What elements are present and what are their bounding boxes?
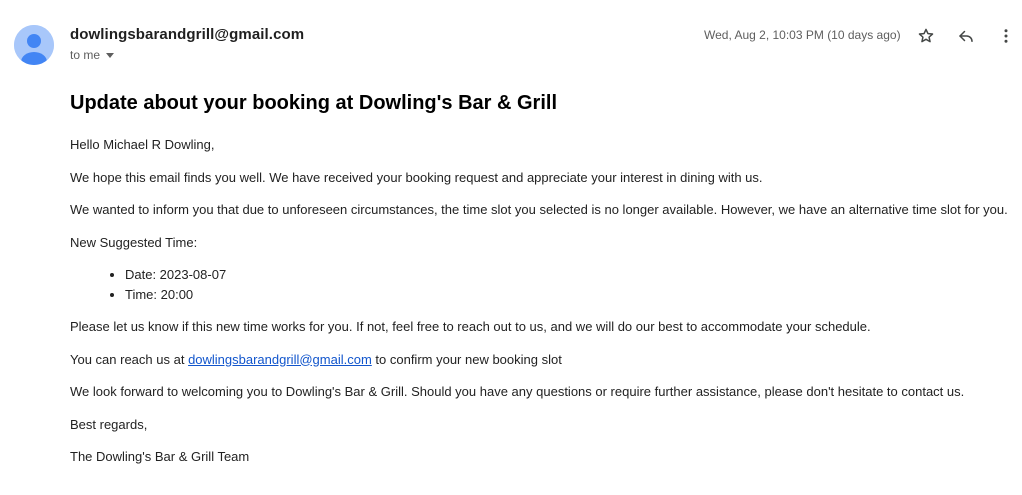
booking-date-item: Date: 2023-08-07: [125, 267, 1015, 283]
email-date: Wed, Aug 2, 10:03 PM (10 days ago): [704, 28, 901, 42]
body-paragraph: We look forward to welcoming you to Dowl…: [70, 384, 965, 399]
sender-email[interactable]: dowlingsbarandgrill@gmail.com: [70, 26, 304, 43]
email-body: Hello Michael R Dowling, We hope this em…: [70, 137, 1015, 482]
reply-icon: [959, 30, 973, 42]
star-button[interactable]: [914, 24, 938, 48]
body-paragraph: We wanted to inform you that due to unfo…: [70, 202, 1008, 217]
more-options-button[interactable]: [994, 24, 1018, 48]
star-outline-icon: [918, 28, 934, 43]
signature: The Dowling's Bar & Grill Team: [70, 449, 250, 464]
booking-details-list: Date: 2023-08-07 Time: 20:00: [70, 267, 1015, 303]
greeting: Hello Michael R Dowling,: [70, 137, 215, 152]
chevron-down-icon: [106, 53, 115, 58]
recipient-details-toggle[interactable]: to me: [70, 48, 115, 62]
body-paragraph: Please let us know if this new time work…: [70, 319, 871, 334]
contact-suffix: to confirm your new booking slot: [371, 351, 562, 367]
person-avatar-icon: [14, 25, 54, 65]
email-subject: Update about your booking at Dowling's B…: [70, 92, 558, 114]
contact-prefix: You can reach us at: [70, 351, 189, 367]
booking-time-item: Time: 20:00: [125, 287, 1015, 303]
contact-paragraph: You can reach us at dowlingsbarandgrill@…: [70, 352, 1015, 368]
recipient-label: to me: [70, 48, 101, 62]
body-paragraph: We hope this email finds you well. We ha…: [70, 169, 763, 185]
sender-avatar[interactable]: [14, 25, 54, 65]
suggested-time-heading: New Suggested Time:: [70, 234, 198, 250]
contact-email-link[interactable]: dowlingsbarandgrill@gmail.com: [188, 352, 372, 367]
closing: Best regards,: [70, 416, 148, 432]
more-vertical-icon: [1004, 29, 1008, 43]
reply-button[interactable]: [954, 24, 978, 48]
